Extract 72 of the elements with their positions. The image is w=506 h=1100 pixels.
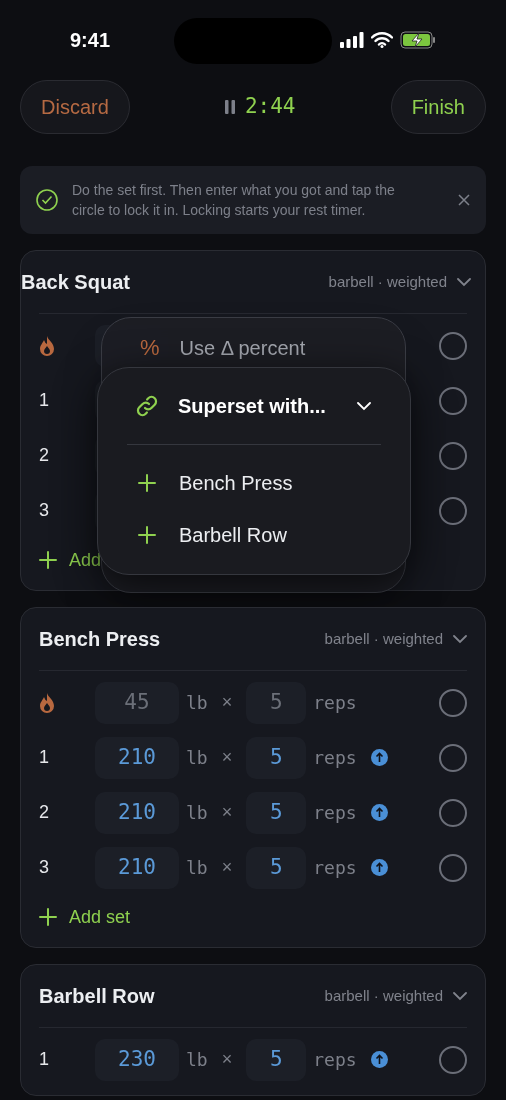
wifi-icon — [371, 32, 393, 48]
reps-field[interactable]: 5 — [246, 846, 307, 889]
set-number: 1 — [39, 1048, 49, 1071]
complete-set-toggle[interactable] — [439, 798, 467, 827]
unit-label: lb — [186, 856, 208, 880]
reps-label: reps — [313, 746, 357, 770]
equipment-label: barbell · weighted — [324, 985, 443, 1006]
times-sign: × — [221, 746, 233, 769]
complete-set-toggle[interactable] — [439, 1045, 467, 1074]
battery-charging-icon — [400, 31, 436, 49]
check-circle-icon — [36, 189, 58, 211]
exercise-title: Bench Press — [39, 627, 161, 652]
unit-label: lb — [186, 691, 208, 715]
set-number: 2 — [39, 801, 49, 824]
set-number: 3 — [39, 499, 49, 522]
exercise-title: Back Squat — [21, 270, 130, 295]
equipment-label: barbell · weighted — [328, 271, 447, 292]
reps-field[interactable]: 5 — [246, 681, 307, 724]
complete-set-toggle[interactable] — [439, 441, 467, 470]
set-number: 2 — [39, 444, 49, 467]
unit-label: lb — [186, 801, 208, 825]
menu-title: Superset with... — [178, 394, 326, 419]
menu-item[interactable]: Use Δ percent — [179, 336, 306, 360]
complete-set-toggle[interactable] — [439, 688, 467, 717]
close-icon[interactable] — [458, 194, 470, 206]
complete-set-toggle[interactable] — [439, 743, 467, 772]
add-set-button[interactable]: Add — [39, 538, 102, 582]
plus-icon — [138, 474, 156, 492]
reps-field[interactable]: 5 — [246, 1038, 307, 1081]
reps-label: reps — [313, 856, 357, 880]
signal-icon — [340, 32, 364, 48]
plus-icon — [39, 551, 57, 569]
pause-icon[interactable] — [224, 100, 235, 114]
discard-button[interactable]: Discard — [20, 80, 130, 134]
menu-item[interactable]: Bench Press — [179, 468, 293, 498]
complete-set-toggle[interactable] — [439, 853, 467, 882]
finish-button[interactable]: Finish — [390, 80, 486, 134]
percent-icon: % — [140, 336, 160, 360]
times-sign: × — [221, 856, 233, 879]
set-number: 3 — [39, 856, 49, 879]
times-sign: × — [221, 801, 233, 824]
exercise-title: Barbell Row — [39, 984, 155, 1009]
menu-item[interactable]: Barbell Row — [179, 520, 287, 550]
complete-set-toggle[interactable] — [439, 496, 467, 525]
times-sign: × — [221, 1048, 233, 1071]
set-number: 1 — [39, 746, 49, 769]
plus-icon — [39, 908, 57, 926]
tip-text: Do the set first. Then enter what you got and tap the circle to lock it in. Locking starts your rest timer. — [72, 181, 396, 220]
flame-icon — [39, 335, 55, 356]
reps-label: reps — [313, 801, 357, 825]
workout-timer: 2:44 — [244, 93, 296, 121]
status-time: 9:41 — [70, 28, 111, 53]
complete-set-toggle[interactable] — [439, 331, 467, 360]
unit-label: lb — [186, 746, 208, 770]
weight-field[interactable]: 210 — [95, 791, 179, 834]
link-icon — [135, 394, 159, 418]
reps-field[interactable]: 5 — [246, 791, 307, 834]
weight-field[interactable]: 210 — [95, 736, 179, 779]
reps-label: reps — [313, 691, 357, 715]
weight-field[interactable]: 210 — [95, 846, 179, 889]
reps-field[interactable]: 5 — [246, 736, 307, 779]
equipment-label: barbell · weighted — [324, 628, 443, 649]
reps-label: reps — [313, 1048, 357, 1072]
times-sign: × — [221, 691, 233, 714]
complete-set-toggle[interactable] — [439, 386, 467, 415]
add-set-button[interactable]: Add set — [39, 895, 131, 939]
unit-label: lb — [186, 1048, 208, 1072]
weight-field[interactable]: 45 — [95, 681, 179, 724]
set-number: 1 — [39, 389, 49, 412]
plus-icon — [138, 526, 156, 544]
weight-field[interactable]: 230 — [95, 1038, 179, 1081]
flame-icon — [39, 692, 55, 713]
